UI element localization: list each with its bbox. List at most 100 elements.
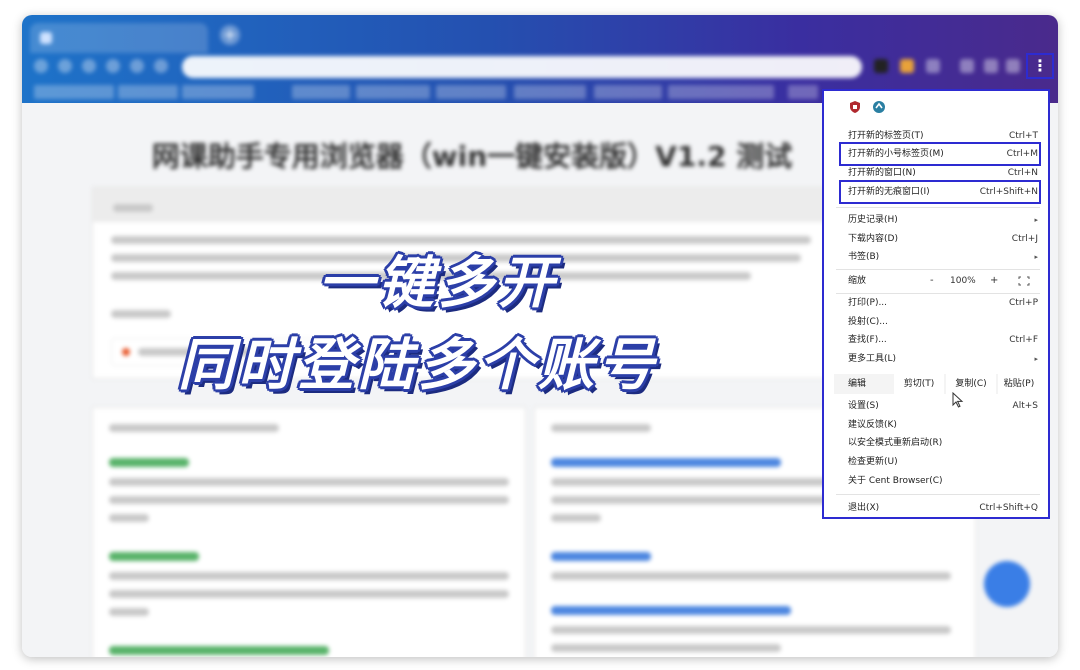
tab-favicon-icon (40, 32, 52, 44)
mute-icon[interactable] (984, 59, 998, 73)
menu-item-shortcut: Ctrl+M (1006, 149, 1038, 159)
shield-extension-icon[interactable] (848, 100, 862, 114)
menu-item-feedback[interactable]: 建议反馈(K) (824, 416, 1048, 434)
menu-item-bookmarks[interactable]: 书签(B) ▸ (824, 248, 1048, 266)
bookmark-item[interactable] (118, 85, 178, 99)
bookmark-item[interactable] (436, 85, 506, 99)
reload-icon[interactable] (82, 59, 96, 73)
address-bar[interactable] (182, 56, 862, 78)
menu-item-settings[interactable]: 设置(S) Alt+S (824, 397, 1048, 415)
extension-icon-dark[interactable] (874, 59, 888, 73)
bookmark-item[interactable] (594, 85, 662, 99)
link-line[interactable] (551, 606, 791, 615)
zoom-out-button[interactable]: - (930, 272, 934, 290)
extension-icon-gray[interactable] (926, 59, 940, 73)
browser-menu-button[interactable]: ⋮ (1026, 53, 1054, 79)
menu-item-label: 打开新的小号标签页(M) (848, 149, 944, 159)
link-line[interactable] (109, 646, 329, 655)
menu-item-cast[interactable]: 投射(C)... (824, 313, 1048, 331)
menu-item-about[interactable]: 关于 Cent Browser(C) (824, 472, 1048, 490)
menu-item-downloads[interactable]: 下载内容(D) Ctrl+J (824, 230, 1048, 248)
intro-panel-header (93, 188, 853, 222)
back-icon[interactable] (34, 59, 48, 73)
left-card (92, 407, 526, 657)
text-line (109, 590, 509, 598)
menu-item-print[interactable]: 打印(P)... Ctrl+P (824, 294, 1048, 312)
submenu-arrow-icon: ▸ (1034, 355, 1038, 363)
link-line[interactable] (109, 552, 199, 561)
link-line[interactable] (551, 458, 781, 467)
text-line (551, 626, 951, 634)
fullscreen-icon[interactable] (1018, 276, 1030, 286)
tab-strip: + (22, 15, 1058, 53)
menu-item-label: 打印(P)... (848, 298, 888, 308)
home-icon[interactable] (106, 59, 120, 73)
bookmark-item[interactable] (182, 85, 254, 99)
text-line (111, 310, 171, 318)
menu-item-new-incognito-window[interactable]: 打开新的无痕窗口(I) Ctrl+Shift+N (824, 183, 1048, 201)
menu-item-find[interactable]: 查找(F)... Ctrl+F (824, 331, 1048, 349)
menu-item-exit[interactable]: 退出(X) Ctrl+Shift+Q (824, 499, 1048, 517)
undo-icon[interactable] (130, 59, 144, 73)
menu-item-check-updates[interactable]: 检查更新(U) (824, 453, 1048, 471)
extension-icon-puzzle[interactable] (960, 59, 974, 73)
text-line (111, 272, 751, 280)
menu-item-safe-mode-restart[interactable]: 以安全模式重新启动(R) (824, 434, 1048, 452)
menu-item-label: 检查更新(U) (848, 457, 898, 467)
dot-icon (122, 348, 130, 356)
mouse-cursor-icon (952, 392, 964, 408)
extension-icon-orange[interactable] (900, 59, 914, 73)
copy-button[interactable]: 复制(C) (946, 374, 996, 394)
zoom-label: 缩放 (848, 276, 867, 286)
text-line (109, 608, 149, 616)
text-line (109, 572, 509, 580)
menu-item-label: 以安全模式重新启动(R) (848, 438, 943, 448)
page-title: 网课助手专用浏览器（win一键安装版）V1.2 测试 (151, 140, 793, 173)
new-tab-button[interactable]: + (220, 25, 240, 45)
speed-dial-icon[interactable] (154, 59, 168, 73)
bookmark-item[interactable] (292, 85, 350, 99)
forward-icon[interactable] (58, 59, 72, 73)
text-line (111, 254, 801, 262)
menu-item-more-tools[interactable]: 更多工具(L) ▸ (824, 350, 1048, 368)
paste-button[interactable]: 粘贴(P) (998, 374, 1040, 394)
link-line[interactable] (551, 552, 651, 561)
chat-float-button[interactable] (984, 561, 1030, 607)
menu-separator (836, 207, 1040, 208)
bookmark-item[interactable] (668, 85, 774, 99)
text-line (109, 514, 149, 522)
menu-item-new-alt-tab[interactable]: 打开新的小号标签页(M) Ctrl+M (824, 145, 1048, 163)
related-box[interactable] (111, 338, 353, 366)
vpn-extension-icon[interactable] (872, 100, 886, 114)
menu-item-shortcut: Ctrl+J (1011, 234, 1038, 244)
submenu-arrow-icon: ▸ (1034, 253, 1038, 261)
intro-panel (92, 187, 854, 379)
menu-item-history[interactable]: 历史记录(H) ▸ (824, 211, 1048, 229)
menu-item-shortcut: Ctrl+Shift+N (979, 187, 1038, 197)
edit-label: 编辑 (848, 379, 867, 389)
text-line (551, 572, 951, 580)
text-line (111, 236, 811, 244)
menu-item-label: 更多工具(L) (848, 354, 897, 364)
menu-item-shortcut: Ctrl+Shift+Q (979, 503, 1038, 513)
zoom-in-button[interactable]: + (990, 272, 998, 290)
extension-icon-arrow[interactable] (1006, 59, 1020, 73)
link-line[interactable] (109, 458, 189, 467)
menu-item-label: 退出(X) (848, 503, 880, 513)
menu-item-shortcut: Alt+S (1012, 401, 1038, 411)
toolbar (22, 53, 1058, 81)
bookmark-item[interactable] (514, 85, 586, 99)
tab-active[interactable] (30, 23, 208, 53)
bookmark-item[interactable] (356, 85, 430, 99)
text-line (109, 478, 509, 486)
menu-item-label: 历史记录(H) (848, 215, 898, 225)
text-line (109, 496, 509, 504)
bookmark-item[interactable] (34, 85, 114, 99)
menu-item-label: 投射(C)... (848, 317, 888, 327)
menu-item-shortcut: Ctrl+P (1009, 298, 1038, 308)
menu-separator (836, 269, 1040, 270)
browser-context-menu: 打开新的标签页(T) Ctrl+T 打开新的小号标签页(M) Ctrl+M 打开… (822, 89, 1050, 519)
cut-button[interactable]: 剪切(T) (894, 374, 944, 394)
menu-item-label: 书签(B) (848, 252, 880, 262)
bookmark-item[interactable] (788, 85, 818, 99)
